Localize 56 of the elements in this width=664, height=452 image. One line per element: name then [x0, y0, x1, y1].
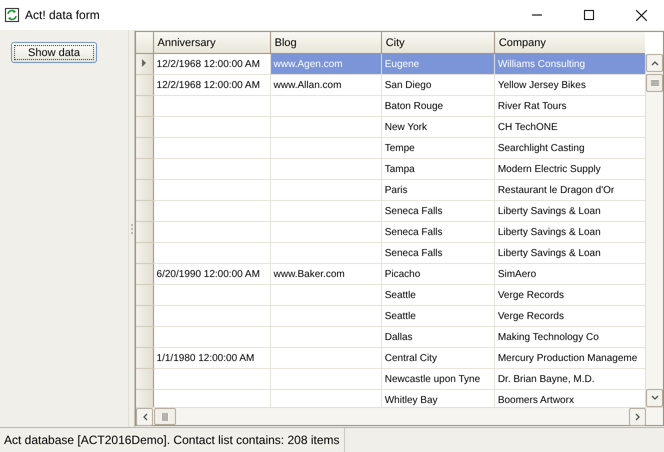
- row-header[interactable]: [136, 326, 154, 348]
- row-header[interactable]: [136, 54, 154, 74]
- scroll-thumb[interactable]: [154, 408, 176, 425]
- table-row[interactable]: Tempe Searchlight Casting: [136, 138, 645, 158]
- column-header[interactable]: City: [381, 32, 494, 54]
- row-header[interactable]: [136, 158, 154, 180]
- table-row[interactable]: Seattle Verge Records: [136, 306, 645, 326]
- table-row[interactable]: Paris Restaurant le Dragon d'Or: [136, 180, 645, 200]
- row-header[interactable]: [136, 348, 154, 368]
- table-row[interactable]: 12/2/1968 12:00:00 AM www.Allan.com San Diego Yellow Jersey Bikes: [136, 74, 645, 96]
- row-header[interactable]: [136, 306, 154, 326]
- row-header[interactable]: [136, 116, 154, 138]
- maximize-icon: [584, 10, 594, 20]
- column-header[interactable]: Company: [494, 32, 645, 54]
- row-header[interactable]: [136, 368, 154, 390]
- row-header[interactable]: [136, 180, 154, 200]
- vertical-scrollbar[interactable]: [645, 54, 663, 407]
- row-header[interactable]: [136, 242, 154, 264]
- table-cell: 12/2/1968 12:00:00 AM: [153, 54, 270, 74]
- row-header[interactable]: [136, 284, 154, 306]
- table-row[interactable]: Seneca Falls Liberty Savings & Loan: [136, 222, 645, 242]
- chevron-up-icon: [650, 59, 658, 67]
- column-header[interactable]: Anniversary: [153, 32, 270, 54]
- scroll-left-button[interactable]: [136, 408, 153, 426]
- scroll-up-button[interactable]: [646, 54, 663, 72]
- window-title: Act! data form: [25, 8, 101, 22]
- row-header[interactable]: [136, 96, 154, 116]
- table-row[interactable]: 12/2/1968 12:00:00 AM www.Agen.com Eugene Williams Consulting: [136, 54, 645, 74]
- scroll-right-button[interactable]: [629, 408, 646, 426]
- chevron-left-icon: [140, 413, 148, 421]
- table-row[interactable]: Whitley Bay Boomers Artworx: [136, 390, 645, 407]
- table-row[interactable]: Newcastle upon Tyne Dr. Brian Bayne, M.D.: [136, 368, 645, 390]
- scroll-thumb[interactable]: [646, 74, 663, 92]
- table-row[interactable]: Seattle Verge Records: [136, 284, 645, 306]
- table-row[interactable]: Seneca Falls Liberty Savings & Loan: [136, 200, 645, 222]
- row-header[interactable]: [136, 200, 154, 222]
- row-header[interactable]: [136, 264, 154, 284]
- refresh-icon: [5, 8, 19, 22]
- table-row[interactable]: Seneca Falls Liberty Savings & Loan: [136, 242, 645, 264]
- scroll-down-button[interactable]: [646, 389, 663, 407]
- row-header[interactable]: [136, 222, 154, 242]
- row-header[interactable]: [136, 138, 154, 158]
- table-row[interactable]: Tampa Modern Electric Supply: [136, 158, 645, 180]
- table-row[interactable]: New York CH TechONE: [136, 116, 645, 138]
- chevron-right-icon: [634, 413, 642, 421]
- show-data-button[interactable]: Show data: [11, 42, 97, 63]
- table-row[interactable]: Baton Rouge River Rat Tours: [136, 96, 645, 116]
- horizontal-scrollbar[interactable]: [136, 407, 663, 425]
- table-row[interactable]: 6/20/1990 12:00:00 AM www.Baker.com Picacho SimAero: [136, 264, 645, 284]
- chevron-down-icon: [650, 394, 658, 402]
- status-text: Act database [ACT2016Demo]. Contact list contains: 208 items: [0, 428, 345, 452]
- row-header[interactable]: [136, 74, 154, 96]
- table-row[interactable]: 1/1/1980 12:00:00 AM Central City Mercury Production Manageme: [136, 348, 645, 368]
- column-header[interactable]: Blog: [270, 32, 382, 54]
- close-icon: [636, 10, 646, 20]
- table-row[interactable]: Dallas Making Technology Co: [136, 326, 645, 348]
